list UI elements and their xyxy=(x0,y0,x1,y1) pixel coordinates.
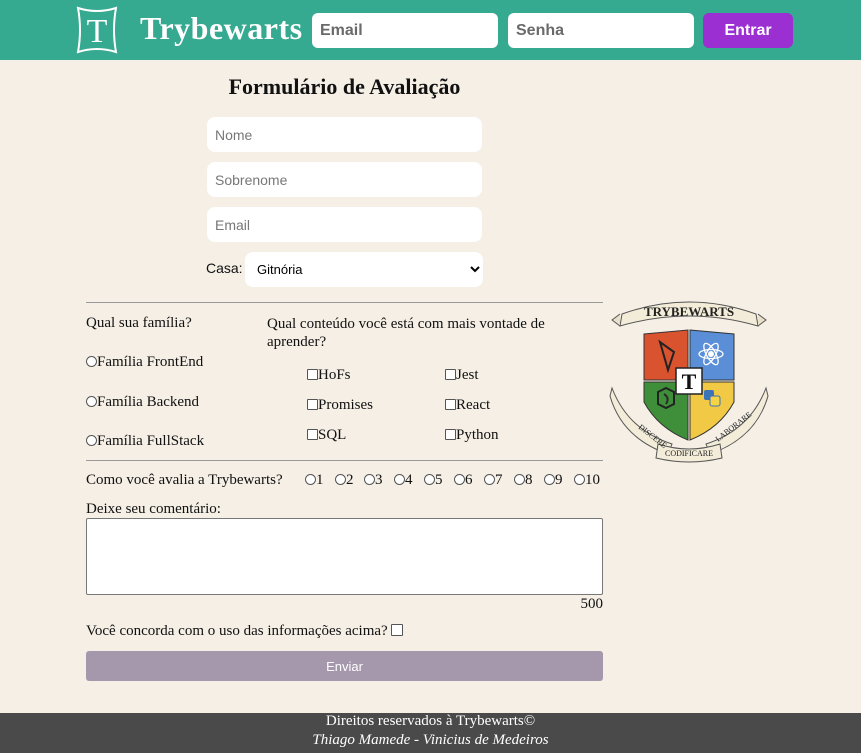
content-option[interactable]: SQL xyxy=(307,427,346,444)
content-label: React xyxy=(456,397,491,413)
content-option[interactable]: Promises xyxy=(307,397,373,414)
checkbox[interactable] xyxy=(445,399,456,410)
radio-button[interactable] xyxy=(364,474,375,485)
rating-label: 7 xyxy=(495,472,503,488)
login-email-input[interactable] xyxy=(312,13,498,48)
rating-label: 9 xyxy=(555,472,563,488)
trybewarts-logo-icon: T xyxy=(76,6,118,54)
radio-button[interactable] xyxy=(484,474,495,485)
rating-option[interactable]: 5 xyxy=(424,472,443,489)
rating-option[interactable]: 2 xyxy=(335,472,354,489)
login-button[interactable]: Entrar xyxy=(703,13,793,48)
rating-label: 2 xyxy=(346,472,354,488)
logo-letter: T xyxy=(87,13,108,50)
checkbox[interactable] xyxy=(307,429,318,440)
checkbox[interactable] xyxy=(307,369,318,380)
header-bar: T Trybewarts Entrar xyxy=(0,0,861,60)
radio-button[interactable] xyxy=(86,356,97,367)
content-label: Python xyxy=(456,427,499,443)
agreement-row: Você concorda com o uso das informações … xyxy=(86,623,404,640)
agreement-checkbox[interactable] xyxy=(391,624,404,636)
divider xyxy=(86,460,603,461)
rating-label: 6 xyxy=(465,472,473,488)
radio-button[interactable] xyxy=(335,474,346,485)
family-option[interactable]: Família FrontEnd xyxy=(86,354,203,371)
crest-center-letter: T xyxy=(682,369,697,394)
checkbox[interactable] xyxy=(445,369,456,380)
brand-title: Trybewarts xyxy=(140,10,303,46)
content-label: HoFs xyxy=(318,367,351,383)
rating-question: Como você avalia a Trybewarts? xyxy=(86,472,283,488)
footer-authors: Thiago Mamede - Vinicius de Medeiros xyxy=(312,732,549,748)
rating-option[interactable]: 8 xyxy=(514,472,533,489)
comment-textarea[interactable] xyxy=(86,518,603,595)
form-title: Formulário de Avaliação xyxy=(228,74,461,99)
content-label: SQL xyxy=(318,427,347,443)
radio-button[interactable] xyxy=(394,474,405,485)
content-option[interactable]: React xyxy=(445,397,490,414)
crest-banner-text: TRYBEWARTS xyxy=(644,304,734,319)
rating-label: 1 xyxy=(316,472,324,488)
rating-option[interactable]: 1 xyxy=(305,472,324,489)
lastname-input[interactable] xyxy=(207,162,482,197)
rating-label: 5 xyxy=(435,472,443,488)
rating-option[interactable]: 7 xyxy=(484,472,503,489)
family-label: Família Backend xyxy=(97,394,200,410)
radio-button[interactable] xyxy=(305,474,316,485)
rating-option[interactable]: 3 xyxy=(364,472,383,489)
divider xyxy=(86,302,603,303)
content-option[interactable]: Jest xyxy=(445,367,479,384)
radio-button[interactable] xyxy=(424,474,435,485)
rating-label: 3 xyxy=(375,472,383,488)
rating-label: 4 xyxy=(405,472,413,488)
email-input[interactable] xyxy=(207,207,482,242)
footer-rights: Direitos reservados à Trybewarts© xyxy=(325,713,536,729)
rating-label: 8 xyxy=(525,472,533,488)
radio-button[interactable] xyxy=(86,435,97,446)
checkbox[interactable] xyxy=(307,399,318,410)
family-option[interactable]: Família Backend xyxy=(86,394,199,411)
submit-button[interactable]: Enviar xyxy=(86,651,603,681)
rating-option[interactable]: 9 xyxy=(544,472,563,489)
agreement-label: Você concorda com o uso das informações … xyxy=(86,623,388,639)
radio-button[interactable] xyxy=(544,474,555,485)
name-input[interactable] xyxy=(207,117,482,152)
family-question: Qual sua família? xyxy=(86,315,192,331)
content-label: Promises xyxy=(318,397,374,413)
rating-option[interactable]: 6 xyxy=(454,472,473,489)
content-option[interactable]: HoFs xyxy=(307,367,351,384)
content-option[interactable]: Python xyxy=(445,427,499,444)
rating-option[interactable]: 4 xyxy=(394,472,413,489)
family-label: Família FrontEnd xyxy=(97,354,204,370)
family-label: Família FullStack xyxy=(97,433,205,449)
content-label: Jest xyxy=(456,367,479,383)
radio-button[interactable] xyxy=(514,474,525,485)
family-option[interactable]: Família FullStack xyxy=(86,433,204,450)
house-select[interactable]: Gitnória xyxy=(245,252,483,287)
radio-button[interactable] xyxy=(454,474,465,485)
house-label: Casa: xyxy=(206,260,243,276)
rating-label: 10 xyxy=(585,472,600,488)
rating-option[interactable]: 10 xyxy=(574,472,600,489)
content-question: Qual conteúdo você está com mais vontade… xyxy=(267,316,545,350)
login-password-input[interactable] xyxy=(508,13,694,48)
trybewarts-crest-icon: TRYBEWARTS T DISCERE LABORARE CODIFICARE xyxy=(609,301,769,463)
radio-button[interactable] xyxy=(574,474,585,485)
char-counter: 500 xyxy=(580,596,604,612)
radio-button[interactable] xyxy=(86,396,97,407)
comment-label: Deixe seu comentário: xyxy=(86,501,221,517)
footer: Direitos reservados à Trybewarts© Thiago… xyxy=(0,713,861,753)
checkbox[interactable] xyxy=(445,429,456,440)
crest-motto-center: CODIFICARE xyxy=(665,449,713,458)
